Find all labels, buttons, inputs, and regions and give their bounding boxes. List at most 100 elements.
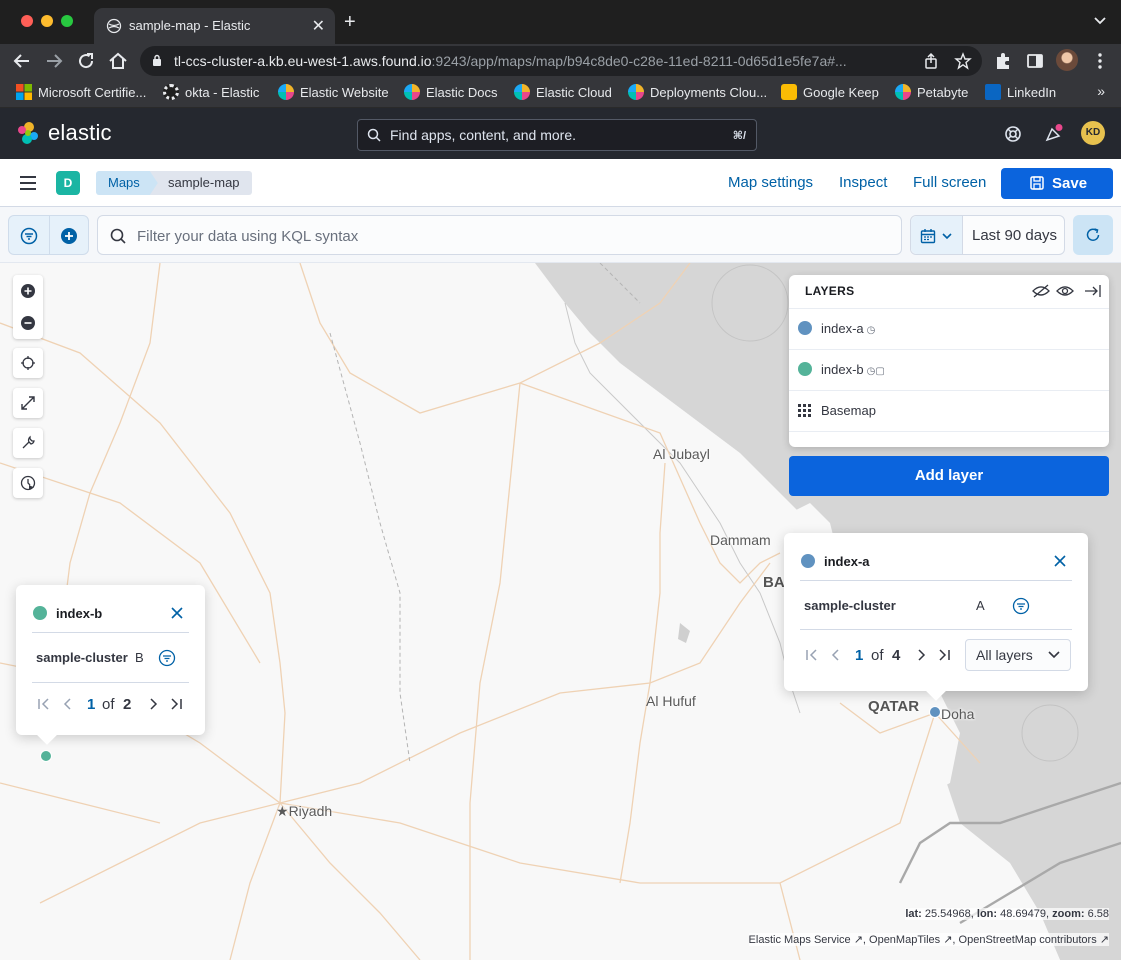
bookmark-star-icon[interactable] bbox=[954, 52, 972, 70]
tab-search-chevron-icon[interactable] bbox=[1093, 14, 1107, 28]
global-search-input[interactable]: Find apps, content, and more. ⌘/ bbox=[357, 119, 757, 151]
page-of-label: of bbox=[871, 647, 884, 664]
draw-tools-button[interactable] bbox=[13, 428, 43, 458]
layer-row-basemap[interactable]: Basemap bbox=[789, 390, 1109, 431]
first-page-icon[interactable] bbox=[37, 697, 51, 711]
zoom-out-icon[interactable] bbox=[20, 315, 36, 331]
filter-button-group bbox=[8, 215, 89, 255]
bookmark-elastic-website[interactable]: Elastic Website bbox=[278, 84, 389, 102]
filter-by-value-icon[interactable] bbox=[1012, 597, 1030, 615]
back-icon[interactable] bbox=[10, 49, 34, 73]
bookmark-microsoft[interactable]: Microsoft Certifie... bbox=[16, 84, 146, 102]
layer-row-index-b[interactable]: index-b ◷▢ bbox=[789, 349, 1109, 390]
map-marker-index-b[interactable] bbox=[40, 750, 52, 762]
bookmark-petabyte[interactable]: Petabyte bbox=[895, 84, 968, 102]
next-page-icon[interactable] bbox=[146, 697, 160, 711]
quick-date-menu-button[interactable] bbox=[911, 216, 963, 254]
filter-menu-icon[interactable] bbox=[20, 227, 38, 245]
url-input[interactable]: tl-ccs-cluster-a.kb.eu-west-1.aws.found.… bbox=[140, 46, 982, 76]
place-label-doha: Doha bbox=[941, 706, 975, 722]
previous-page-icon[interactable] bbox=[61, 697, 75, 711]
previous-page-icon[interactable] bbox=[829, 648, 843, 662]
new-tab-icon[interactable]: + bbox=[344, 12, 356, 32]
breadcrumb-maps[interactable]: Maps bbox=[96, 171, 158, 195]
user-avatar[interactable]: KD bbox=[1081, 121, 1105, 145]
profile-avatar[interactable] bbox=[1056, 49, 1078, 71]
set-view-button[interactable] bbox=[13, 348, 43, 378]
page-of-label: of bbox=[102, 696, 115, 713]
layer-color-swatch bbox=[798, 321, 812, 335]
map-marker-index-a[interactable] bbox=[929, 706, 941, 718]
close-icon[interactable] bbox=[169, 605, 185, 621]
help-icon[interactable] bbox=[1003, 124, 1023, 144]
elastic-brand-name[interactable]: elastic bbox=[48, 120, 112, 146]
browser-tab[interactable]: sample-map - Elastic ✕ bbox=[94, 8, 335, 44]
hide-all-layers-icon[interactable] bbox=[1032, 283, 1050, 299]
query-bar: Filter your data using KQL syntax Last 9… bbox=[0, 207, 1121, 263]
tooltip-title: index-b bbox=[56, 606, 103, 621]
bookmark-okta[interactable]: okta - Elastic bbox=[163, 84, 259, 102]
space-avatar[interactable]: D bbox=[56, 171, 80, 195]
elastic-icon bbox=[895, 84, 911, 100]
total-pages: 2 bbox=[123, 696, 132, 713]
more-bookmarks-icon[interactable]: » bbox=[1097, 83, 1105, 99]
add-filter-icon[interactable] bbox=[60, 227, 78, 245]
zoom-in-icon[interactable] bbox=[20, 283, 36, 299]
browser-address-bar: tl-ccs-cluster-a.kb.eu-west-1.aws.found.… bbox=[0, 44, 1121, 78]
close-window-button[interactable] bbox=[21, 15, 33, 27]
home-icon[interactable] bbox=[106, 49, 130, 73]
bookmark-deployments[interactable]: Deployments Clou... bbox=[628, 84, 767, 102]
map-coordinates: lat: 25.54968, lon: 48.69479, zoom: 6.58 bbox=[905, 908, 1109, 920]
add-layer-button[interactable]: Add layer bbox=[789, 456, 1109, 496]
collapse-panel-icon[interactable] bbox=[1084, 283, 1102, 299]
refresh-button[interactable] bbox=[1073, 215, 1113, 255]
extensions-icon[interactable] bbox=[993, 51, 1013, 71]
side-panel-icon[interactable] bbox=[1025, 51, 1045, 71]
elastic-icon bbox=[278, 84, 294, 100]
elastic-favicon-icon bbox=[106, 18, 122, 34]
hamburger-menu-icon[interactable] bbox=[18, 174, 38, 192]
browser-tab-bar: sample-map - Elastic ✕ + bbox=[0, 0, 1121, 44]
map-settings-link[interactable]: Map settings bbox=[728, 174, 813, 191]
date-range-label[interactable]: Last 90 days bbox=[972, 227, 1057, 244]
map-attribution[interactable]: Elastic Maps Service ↗, OpenMapTiles ↗, … bbox=[748, 933, 1109, 946]
bookmark-elastic-docs[interactable]: Elastic Docs bbox=[404, 84, 498, 102]
inspect-link[interactable]: Inspect bbox=[839, 174, 887, 191]
kql-query-input[interactable]: Filter your data using KQL syntax bbox=[97, 215, 902, 255]
elastic-logo-icon[interactable] bbox=[16, 121, 40, 145]
timeslider-button[interactable] bbox=[13, 468, 43, 498]
full-screen-link[interactable]: Full screen bbox=[913, 174, 986, 191]
tooltip-field-name: sample-cluster bbox=[36, 650, 128, 665]
save-icon bbox=[1030, 176, 1044, 190]
close-tab-icon[interactable]: ✕ bbox=[312, 16, 325, 36]
forward-icon[interactable] bbox=[42, 49, 66, 73]
maximize-window-button[interactable] bbox=[61, 15, 73, 27]
minimize-window-button[interactable] bbox=[41, 15, 53, 27]
breadcrumb-current: sample-map bbox=[146, 171, 252, 195]
show-all-layers-icon[interactable] bbox=[1056, 283, 1074, 299]
filter-by-value-icon[interactable] bbox=[158, 649, 176, 667]
next-page-icon[interactable] bbox=[914, 648, 928, 662]
bookmark-google-keep[interactable]: Google Keep bbox=[781, 84, 879, 102]
first-page-icon[interactable] bbox=[805, 648, 819, 662]
layer-color-swatch bbox=[33, 606, 47, 620]
map-canvas[interactable]: Al Jubayl Dammam BA Al Hufuf QATAR Doha … bbox=[0, 263, 1121, 960]
last-page-icon[interactable] bbox=[937, 648, 951, 662]
layer-select[interactable]: All layers bbox=[965, 639, 1071, 671]
fit-to-data-button[interactable] bbox=[13, 388, 43, 418]
save-button[interactable]: Save bbox=[1001, 168, 1113, 199]
layer-row-index-a[interactable]: index-a ◷ bbox=[789, 308, 1109, 349]
bookmark-linkedin[interactable]: LinkedIn bbox=[985, 84, 1056, 102]
divider bbox=[32, 682, 189, 683]
bookmark-elastic-cloud[interactable]: Elastic Cloud bbox=[514, 84, 612, 102]
date-picker[interactable]: Last 90 days bbox=[910, 215, 1065, 255]
share-icon[interactable] bbox=[922, 52, 940, 70]
last-page-icon[interactable] bbox=[169, 697, 183, 711]
close-icon[interactable] bbox=[1052, 553, 1068, 569]
tab-title: sample-map - Elastic bbox=[129, 18, 251, 33]
lock-icon[interactable] bbox=[152, 54, 162, 67]
browser-menu-icon[interactable] bbox=[1090, 51, 1110, 71]
reload-icon[interactable] bbox=[74, 49, 98, 73]
news-feed-icon[interactable] bbox=[1043, 124, 1063, 144]
url-text: tl-ccs-cluster-a.kb.eu-west-1.aws.found.… bbox=[174, 53, 847, 69]
